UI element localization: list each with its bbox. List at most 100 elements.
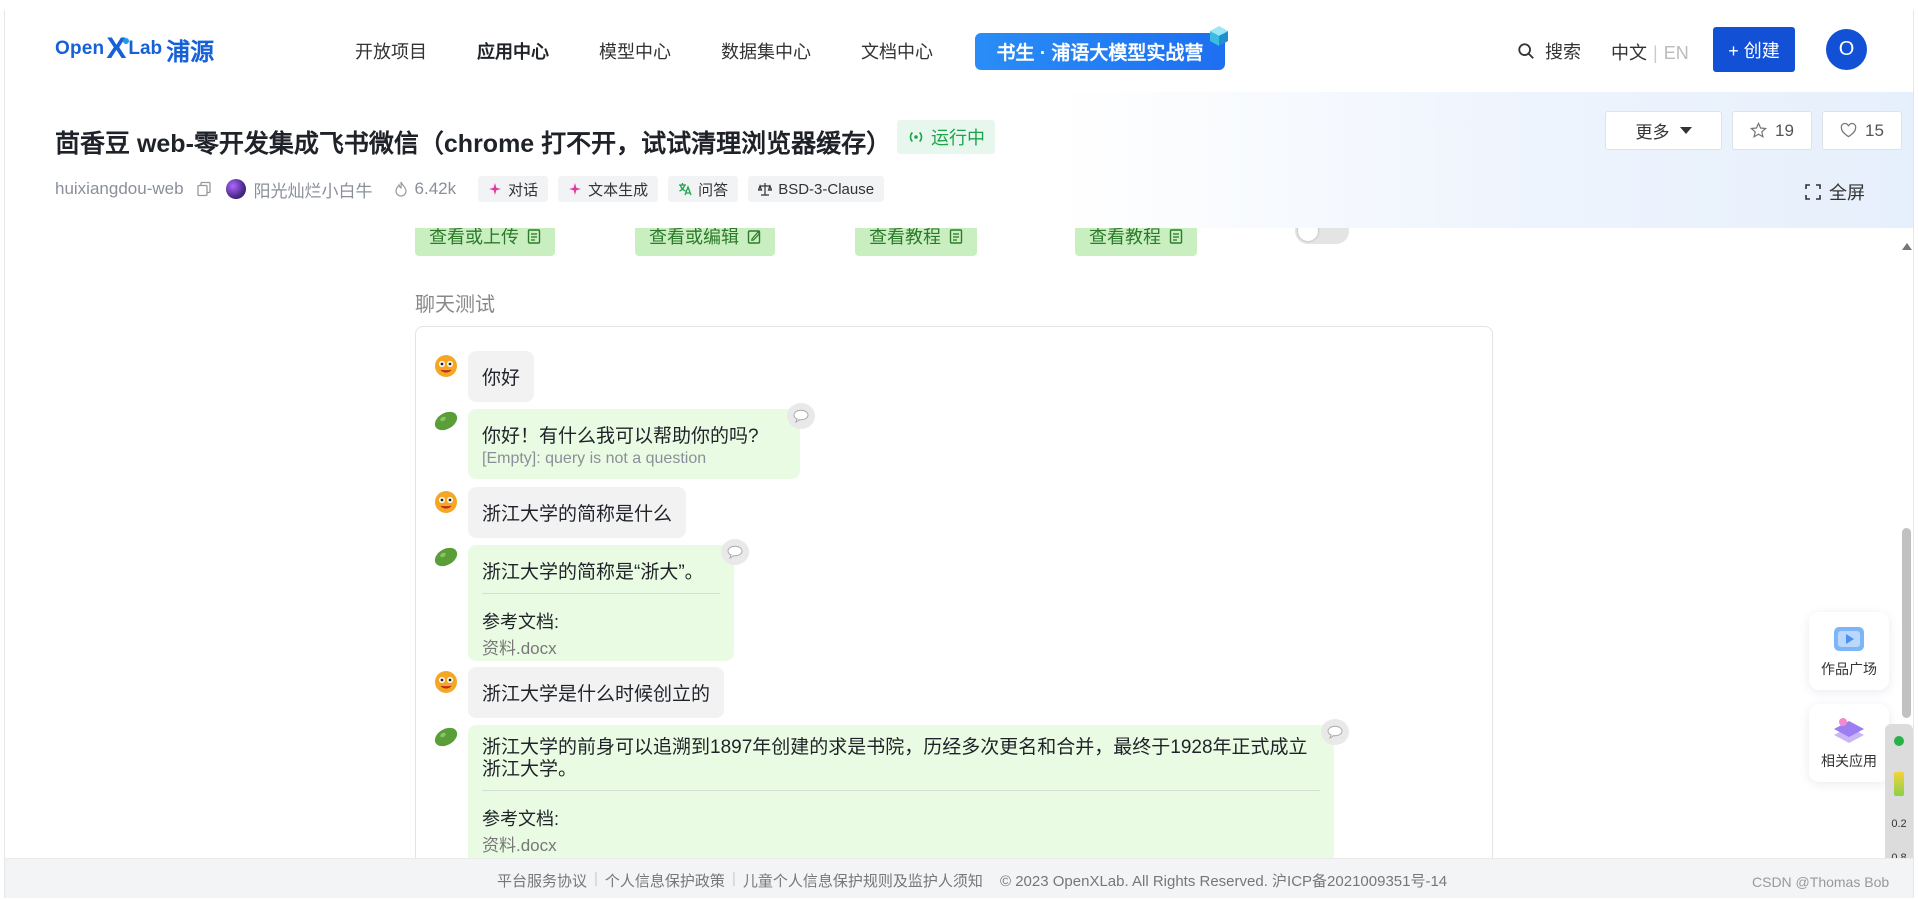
nav-item-projects[interactable]: 开放项目 — [355, 38, 427, 64]
comment-button[interactable] — [787, 403, 815, 429]
footer-separator: | — [594, 870, 598, 887]
footer-links: 平台服务协议 | 个人信息保护政策 | 儿童个人信息保护规则及监护人须知 — [497, 870, 983, 891]
footer-link-terms[interactable]: 平台服务协议 — [497, 870, 587, 891]
reference-doc[interactable]: 资料.docx — [482, 831, 1320, 856]
footer-link-children[interactable]: 儿童个人信息保护规则及监护人须知 — [743, 870, 983, 891]
logo-lab: Lab — [128, 38, 163, 59]
logo-open: Open — [55, 38, 105, 59]
like-button[interactable]: 15 — [1822, 111, 1902, 150]
footer-separator: | — [731, 870, 736, 887]
nav-item-docs[interactable]: 文档中心 — [861, 38, 933, 64]
user-message: 你好 — [468, 351, 535, 402]
tag-text-generation[interactable]: 文本生成 — [558, 176, 659, 202]
tag-license[interactable]: BSD-3-Clause — [748, 176, 885, 202]
comment-button[interactable] — [1321, 719, 1349, 745]
toggle-switch[interactable] — [1295, 228, 1349, 244]
divider — [482, 593, 720, 594]
watermark: CSDN @Thomas Bob — [1752, 874, 1890, 890]
nav-item-apps[interactable]: 应用中心 — [477, 38, 549, 64]
fullscreen-button[interactable]: 全屏 — [1805, 179, 1865, 205]
star-button[interactable]: 19 — [1732, 111, 1812, 150]
star-count: 19 — [1775, 120, 1794, 140]
star-icon — [1750, 122, 1768, 138]
search-icon — [1518, 43, 1534, 59]
signal-icon — [909, 131, 923, 143]
more-dropdown[interactable]: 更多 — [1605, 111, 1722, 150]
user-avatar-icon — [435, 355, 457, 377]
action-label: 查看教程 — [869, 228, 941, 247]
fullscreen-label: 全屏 — [1829, 183, 1865, 203]
status-dot — [1894, 736, 1904, 746]
related-apps-button[interactable]: 相关应用 — [1809, 704, 1889, 782]
user-avatar[interactable]: O — [1826, 29, 1867, 70]
lang-en[interactable]: EN — [1664, 43, 1689, 63]
bot-message-note: [Empty]: query is not a question — [482, 450, 707, 467]
apps-icon — [1834, 718, 1864, 743]
chat-section-label: 聊天测试 — [415, 294, 495, 316]
footer: 平台服务协议 | 个人信息保护政策 | 儿童个人信息保护规则及监护人须知 © 202… — [5, 858, 1913, 898]
user-avatar-icon — [435, 491, 457, 513]
promo-text: 书生 · 浦语大模型实战营 — [996, 43, 1204, 64]
nav-item-datasets[interactable]: 数据集中心 — [721, 38, 811, 64]
edit-icon — [747, 229, 761, 244]
app-header: 茴香豆 web-零开发集成飞书微信（chrome 打不开，试试清理浏览器缓存） … — [5, 92, 1913, 228]
status-text: 运行中 — [931, 128, 985, 148]
tag-qa[interactable]: 问答 — [668, 176, 739, 202]
tag-label: 文本生成 — [588, 181, 649, 199]
works-square-button[interactable]: 作品广场 — [1809, 612, 1889, 690]
browser-viewport: Open X Lab 浦源 开放项目 应用中心 模型中心 数据集中心 文档中心 … — [4, 10, 1914, 898]
caret-down-icon — [1679, 127, 1692, 134]
tag-label: 对话 — [508, 181, 539, 199]
scale-icon — [758, 183, 773, 196]
tutorial-button-1[interactable]: 查看教程 — [855, 228, 977, 256]
main-menu: 开放项目 应用中心 模型中心 数据集中心 文档中心 — [355, 38, 983, 64]
nav-item-models[interactable]: 模型中心 — [599, 38, 671, 64]
heart-icon — [1840, 122, 1857, 138]
footer-link-privacy[interactable]: 个人信息保护政策 — [605, 870, 725, 891]
user-message: 浙江大学的简称是什么 — [468, 487, 687, 538]
chat-window: 你好 你好！有什么我可以帮助你的吗? [Empty]: query is not… — [415, 326, 1493, 858]
cube-icon — [1210, 26, 1228, 46]
language-switch: 中文 | EN — [1611, 39, 1689, 65]
logo-brand: 浦源 — [166, 38, 215, 66]
author-avatar[interactable] — [225, 179, 246, 199]
bean-icon — [434, 727, 458, 747]
app-slug: huixiangdou-web — [55, 179, 184, 198]
author-name[interactable]: 阳光灿烂小白牛 — [254, 177, 373, 202]
reference-doc[interactable]: 资料.docx — [482, 634, 720, 659]
sparkle-icon — [489, 183, 502, 195]
bot-message-text: 浙江大学的简称是“浙大”。 — [482, 562, 704, 583]
user-avatar-icon — [435, 671, 457, 693]
user-message: 浙江大学是什么时候创立的 — [468, 667, 725, 718]
translate-icon — [679, 183, 692, 196]
search-label: 搜索 — [1545, 42, 1581, 62]
tutorial-button-2[interactable]: 查看教程 — [1075, 228, 1197, 256]
comment-button[interactable] — [721, 539, 749, 565]
scroll-thumb[interactable] — [1902, 528, 1911, 718]
reference-label: 参考文档: — [482, 809, 560, 829]
action-label: 查看或编辑 — [649, 228, 739, 247]
edit-button[interactable]: 查看或编辑 — [635, 228, 775, 256]
bot-message: 浙江大学的简称是“浙大”。 参考文档: 资料.docx — [468, 545, 734, 661]
app-title: 茴香豆 web-零开发集成飞书微信（chrome 打不开，试试清理浏览器缓存） — [55, 130, 892, 158]
scroll-up-arrow[interactable] — [1902, 243, 1912, 250]
openxlab-logo[interactable]: Open X Lab 浦源 — [55, 34, 215, 66]
bot-message: 你好！有什么我可以帮助你的吗? [Empty]: query is not a … — [468, 409, 800, 479]
search-button[interactable]: 搜索 — [1517, 38, 1581, 64]
promo-banner[interactable]: 书生 · 浦语大模型实战营 — [975, 26, 1228, 70]
create-button[interactable]: + 创建 — [1713, 27, 1795, 72]
tag-chat[interactable]: 对话 — [478, 176, 549, 202]
bot-message: 浙江大学的前身可以追溯到1897年创建的求是书院，历经多次更名和合并，最终于19… — [468, 725, 1334, 858]
lang-zh[interactable]: 中文 — [1611, 43, 1647, 63]
bean-icon — [434, 411, 458, 431]
bean-icon — [434, 547, 458, 567]
copy-icon[interactable] — [196, 181, 212, 197]
lang-separator: | — [1653, 43, 1658, 63]
app-content: 查看或上传 查看或编辑 查看教程 查看教程 聊天测试 你好 你好！有什么我可以帮… — [5, 228, 1913, 858]
upload-button[interactable]: 查看或上传 — [415, 228, 555, 256]
document-icon — [527, 228, 541, 244]
works-square-label: 作品广场 — [1821, 661, 1877, 677]
app-meta: huixiangdou-web 阳光灿烂小白牛 6.42k 对话 文本生成 问答… — [55, 176, 894, 202]
tag-label: BSD-3-Clause — [778, 180, 875, 198]
comment-icon — [793, 409, 809, 423]
